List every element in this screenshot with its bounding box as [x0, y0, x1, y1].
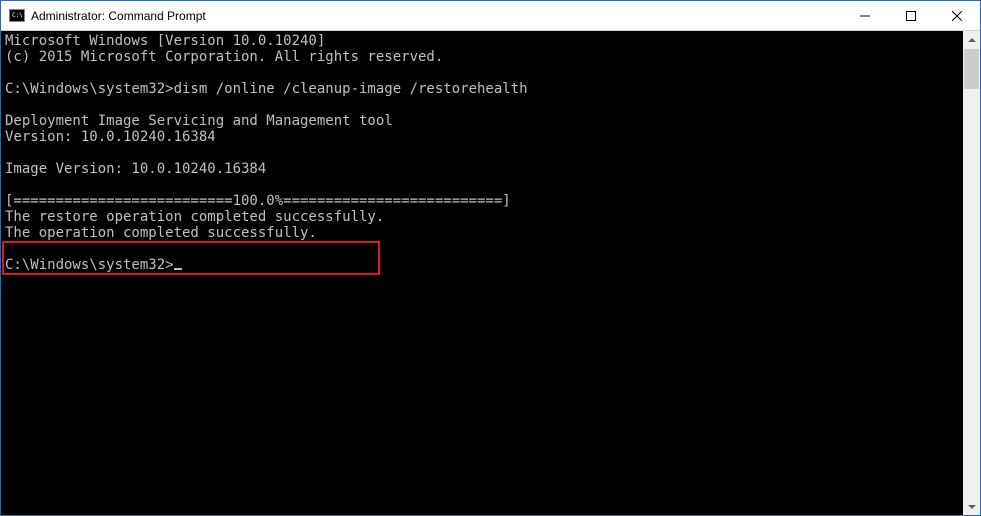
cmd-icon: C:\ — [9, 8, 25, 24]
window-title: Administrator: Command Prompt — [31, 9, 206, 23]
console-line: The operation completed successfully. — [5, 225, 317, 241]
client-area: Microsoft Windows [Version 10.0.10240] (… — [1, 31, 980, 515]
scroll-down-button[interactable] — [963, 498, 980, 515]
titlebar[interactable]: C:\ Administrator: Command Prompt — [1, 1, 980, 31]
minimize-button[interactable] — [842, 1, 888, 30]
console-line: Version: 10.0.10240.16384 — [5, 129, 216, 145]
console-line: C:\Windows\system32>dism /online /cleanu… — [5, 81, 528, 97]
window-controls — [842, 1, 980, 30]
close-button[interactable] — [934, 1, 980, 30]
console-line: (c) 2015 Microsoft Corporation. All righ… — [5, 49, 443, 65]
svg-text:C:\: C:\ — [12, 12, 23, 19]
console-line: Deployment Image Servicing and Managemen… — [5, 113, 393, 129]
maximize-button[interactable] — [888, 1, 934, 30]
console-line: [==========================100.0%=======… — [5, 193, 511, 209]
text-cursor — [174, 268, 182, 270]
scroll-up-button[interactable] — [963, 31, 980, 48]
scroll-thumb[interactable] — [964, 49, 979, 89]
console-prompt: C:\Windows\system32> — [5, 257, 174, 273]
console-line: The restore operation completed successf… — [5, 209, 384, 225]
console-line: Image Version: 10.0.10240.16384 — [5, 161, 266, 177]
command-prompt-window: C:\ Administrator: Command Prompt Micros… — [0, 0, 981, 516]
vertical-scrollbar[interactable] — [963, 31, 980, 515]
console-line: Microsoft Windows [Version 10.0.10240] — [5, 33, 325, 49]
console-output[interactable]: Microsoft Windows [Version 10.0.10240] (… — [1, 31, 963, 515]
